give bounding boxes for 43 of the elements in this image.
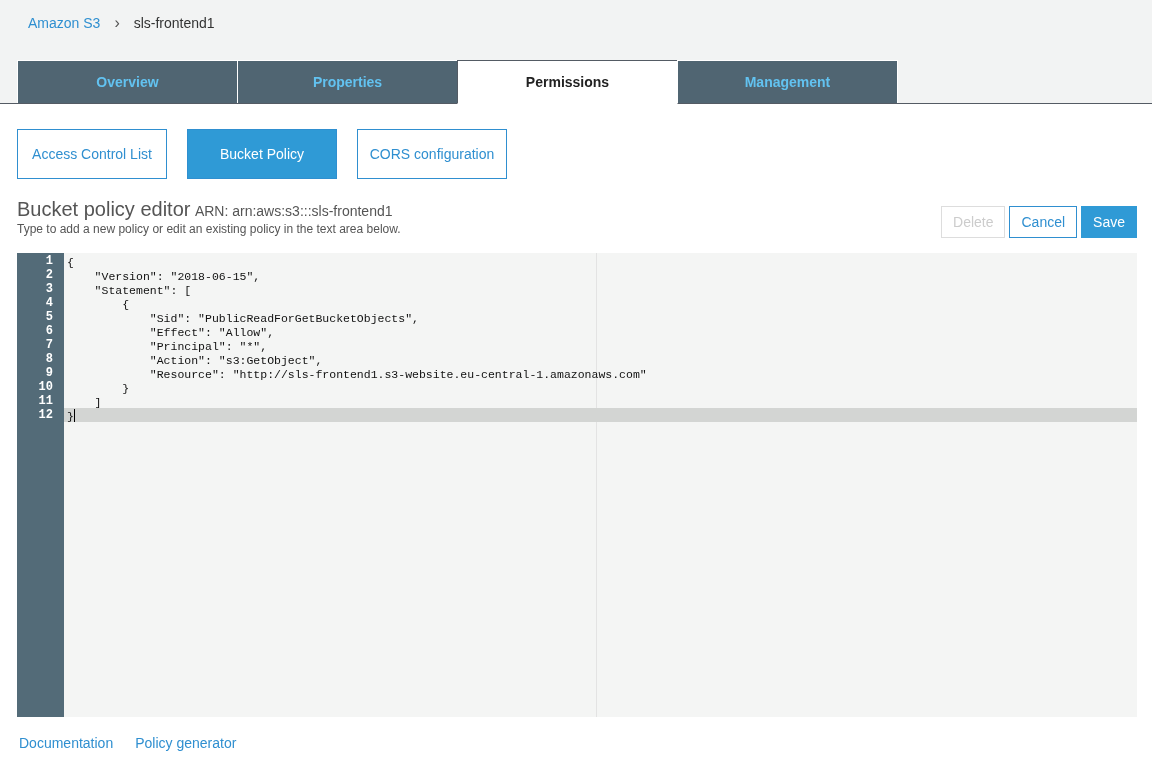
code-editor[interactable] (17, 253, 1137, 717)
editor-title: Bucket policy editor (17, 198, 191, 220)
tab[interactable]: Permissions (457, 60, 678, 104)
line-number: 3 (44, 282, 54, 296)
code-line: } (67, 410, 74, 423)
sub-tab[interactable]: Access Control List (17, 129, 167, 179)
line-number: 2 (44, 268, 54, 282)
footer-link[interactable]: Policy generator (135, 735, 237, 751)
action-button[interactable]: Save (1081, 206, 1137, 238)
line-number: 9 (44, 366, 54, 380)
tab[interactable]: Overview (17, 60, 238, 103)
breadcrumb-current: sls-frontend1 (133, 15, 215, 31)
line-number: 5 (44, 310, 54, 324)
code-line: "Principal": "*", (148, 340, 268, 353)
bucket-arn: ARN: arn:aws:s3:::sls-frontend1 (194, 203, 393, 219)
code-line: "Action": "s3:GetObject", (148, 354, 323, 367)
line-number: 6 (44, 324, 54, 338)
text-cursor (73, 409, 75, 423)
sub-tab[interactable]: CORS configuration (357, 129, 507, 179)
code-line: "Version": "2018-06-15", (93, 270, 261, 283)
action-button[interactable]: Cancel (1009, 206, 1078, 238)
code-line: "Resource": "http://sls-frontend1.s3-website.eu-central-1.amazonaws.com" (148, 368, 647, 381)
line-number: 12 (37, 408, 54, 422)
tab[interactable]: Management (677, 60, 898, 103)
line-number: 1 (44, 254, 54, 268)
line-number: 10 (37, 380, 54, 394)
code-line: } (121, 382, 130, 395)
editor-hint: Type to add a new policy or edit an existing policy in the text area below. (17, 222, 401, 236)
code-line: "Sid": "PublicReadForGetBucketObjects", (148, 312, 419, 325)
line-number: 11 (37, 394, 54, 408)
code-line: ] (93, 396, 102, 409)
code-line: { (67, 256, 74, 269)
footer-link[interactable]: Documentation (19, 735, 114, 751)
breadcrumb-link[interactable]: Amazon S3 (28, 15, 101, 31)
code-line: { (121, 298, 130, 311)
code-line: "Statement": [ (93, 284, 192, 297)
sub-tab[interactable]: Bucket Policy (187, 129, 337, 179)
line-number: 4 (44, 296, 54, 310)
tab[interactable]: Properties (237, 60, 458, 103)
breadcrumb-separator: › (114, 14, 120, 32)
line-number: 8 (44, 352, 54, 366)
code-line: "Effect": "Allow", (148, 326, 275, 339)
line-number: 7 (44, 338, 54, 352)
